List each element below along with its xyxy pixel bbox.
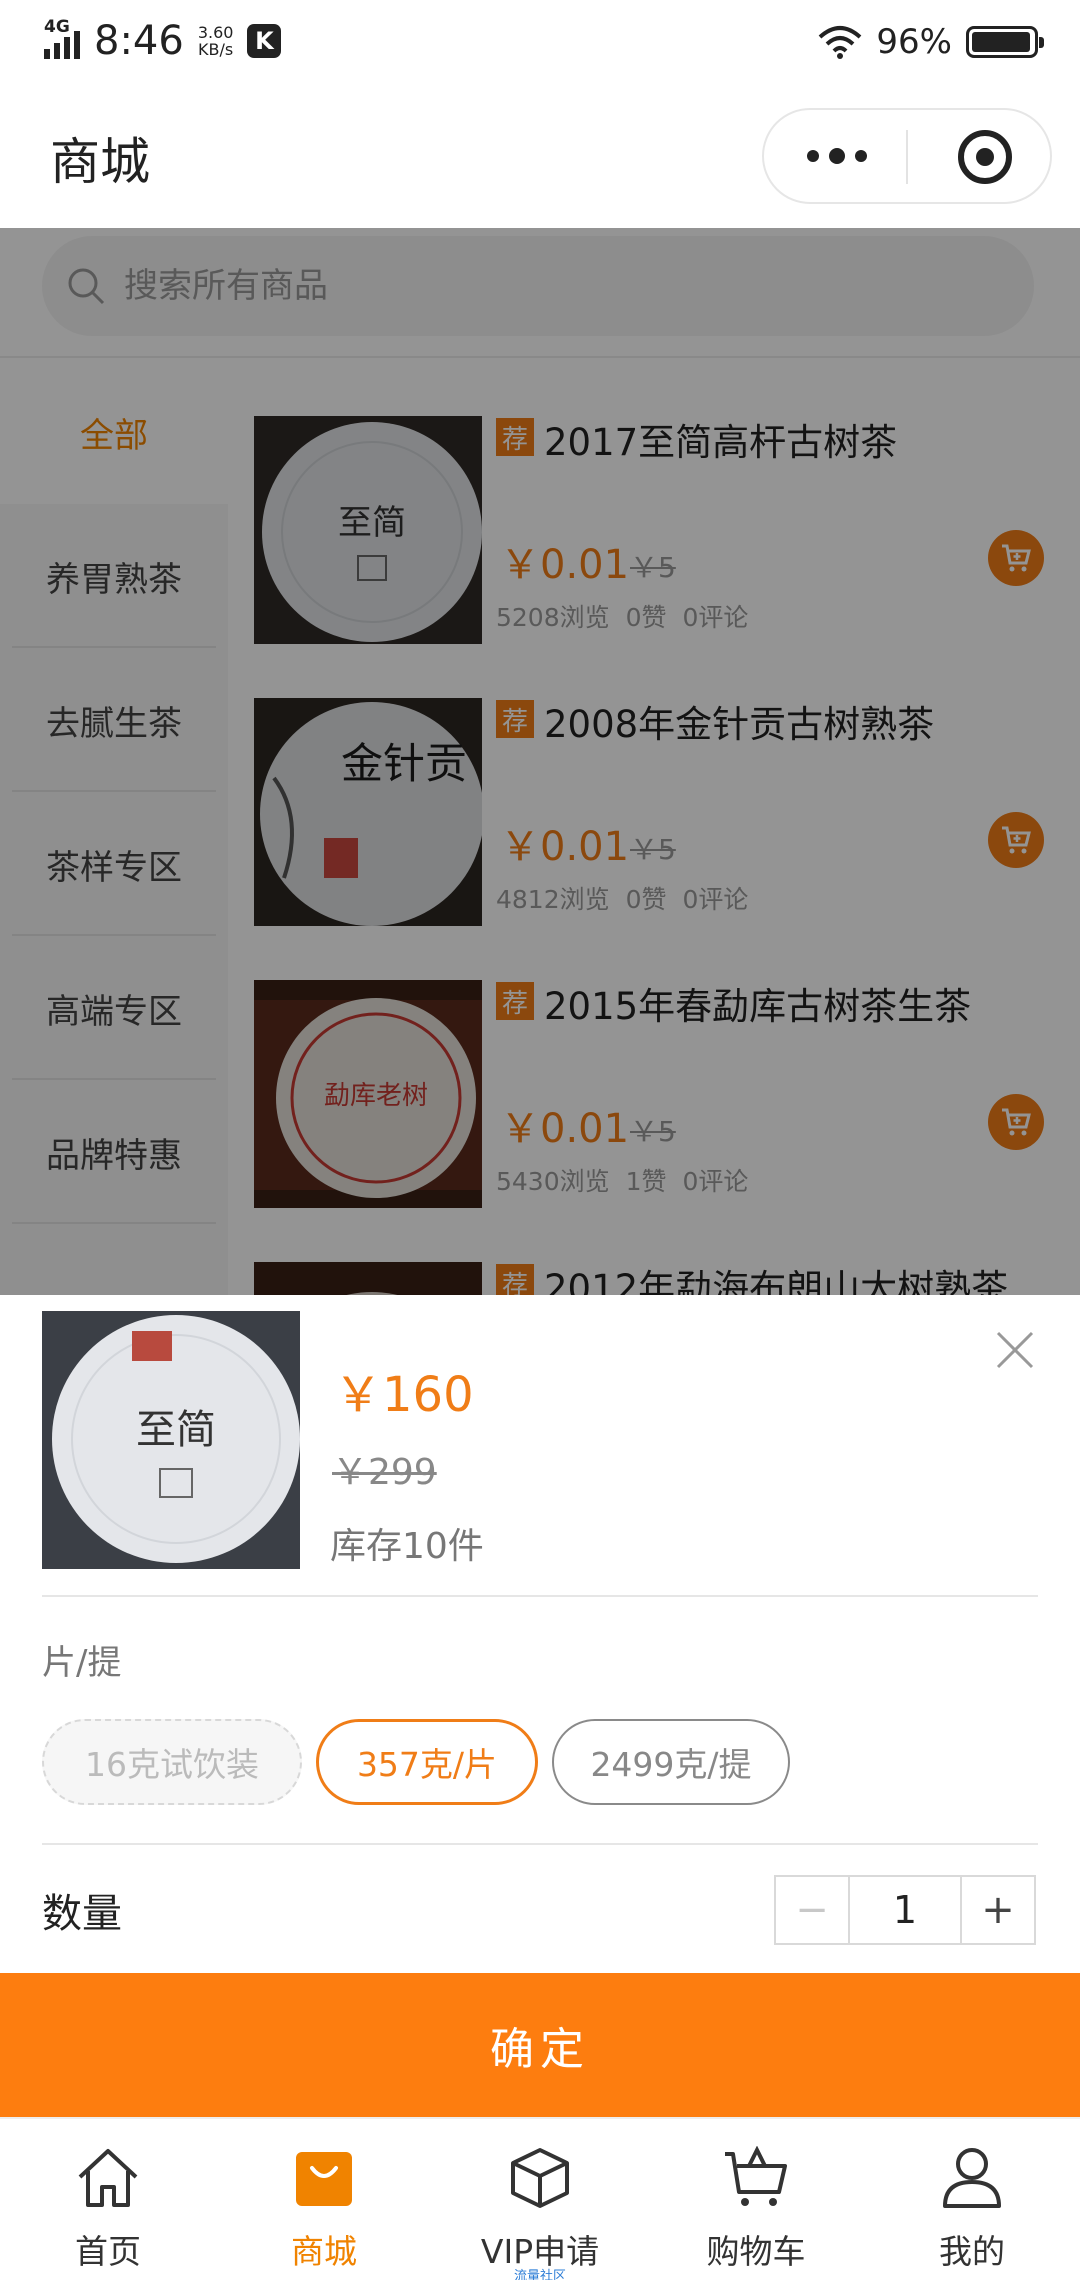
sku-stock: 库存10件 [330,1526,484,1567]
network-speed: 3.60 KB/s [198,24,234,58]
tab-sublabel: 流量社区 [513,2269,566,2280]
battery-percent: 96% [876,22,952,62]
spec-group-label: 片/提 [42,1643,122,1683]
cube-icon [507,2145,573,2211]
confirm-button[interactable]: 确定 [0,1973,1080,2117]
tab-mine[interactable]: 我的 [864,2119,1080,2280]
user-icon [939,2145,1005,2211]
spec-option-trial[interactable]: 16克试饮装 [42,1719,302,1805]
sku-price: ￥160 [334,1367,474,1423]
capsule-divider [906,130,908,184]
modal-backdrop[interactable] [0,228,1080,1295]
quantity-value[interactable]: 1 [848,1877,962,1943]
spec-option-tong[interactable]: 2499克/提 [552,1719,790,1805]
tab-label: 购物车 [706,2232,806,2271]
increase-button[interactable]: + [962,1877,1034,1943]
spec-options: 16克试饮装 357克/片 2499克/提 [42,1719,790,1805]
home-icon [75,2145,141,2211]
tab-label: 商城 [291,2232,357,2271]
close-icon[interactable] [990,1325,1040,1375]
sku-product-image: 至简 [42,1311,300,1569]
shop-bag-icon [291,2145,357,2211]
decrease-button[interactable]: − [776,1877,848,1943]
nav-bar: 商城 [0,84,1080,228]
battery-icon [966,26,1044,58]
app-notification-icon: K [247,24,282,58]
tab-home[interactable]: 首页 [0,2119,216,2280]
tab-cart[interactable]: 购物车 [648,2119,864,2280]
cart-icon [723,2145,789,2211]
tab-bar: 首页 商城 VIP申请 流量社区 购物车 我的 [0,2117,1080,2280]
sku-selector-sheet: 至简 ￥160 ￥299 库存10件 片/提 16克试饮装 357克/片 249… [0,1295,1080,1973]
close-mini-program-icon[interactable] [958,130,1012,184]
quantity-stepper: − 1 + [774,1875,1036,1945]
status-bar: 4G 8:46 3.60 KB/s K 96% [0,0,1080,84]
tab-vip[interactable]: VIP申请 流量社区 [432,2119,648,2280]
status-time: 8:46 [94,18,184,64]
tab-label: 我的 [939,2232,1005,2271]
signal-icon: 4G [44,17,80,59]
thumb-text: 至简 [136,1407,216,1453]
network-type: 4G [44,17,70,37]
more-icon[interactable] [802,110,872,202]
divider [42,1843,1038,1845]
tab-label: 首页 [75,2232,141,2271]
spec-option-cake[interactable]: 357克/片 [316,1719,538,1805]
wifi-icon [819,26,862,59]
sku-original-price: ￥299 [332,1452,437,1493]
divider [42,1595,1038,1597]
page-title: 商城 [50,133,150,191]
speed-unit: KB/s [198,40,234,59]
mini-program-capsule [762,108,1052,204]
tab-shop[interactable]: 商城 [216,2119,432,2280]
speed-value: 3.60 [197,23,234,42]
quantity-label: 数量 [42,1891,122,1937]
